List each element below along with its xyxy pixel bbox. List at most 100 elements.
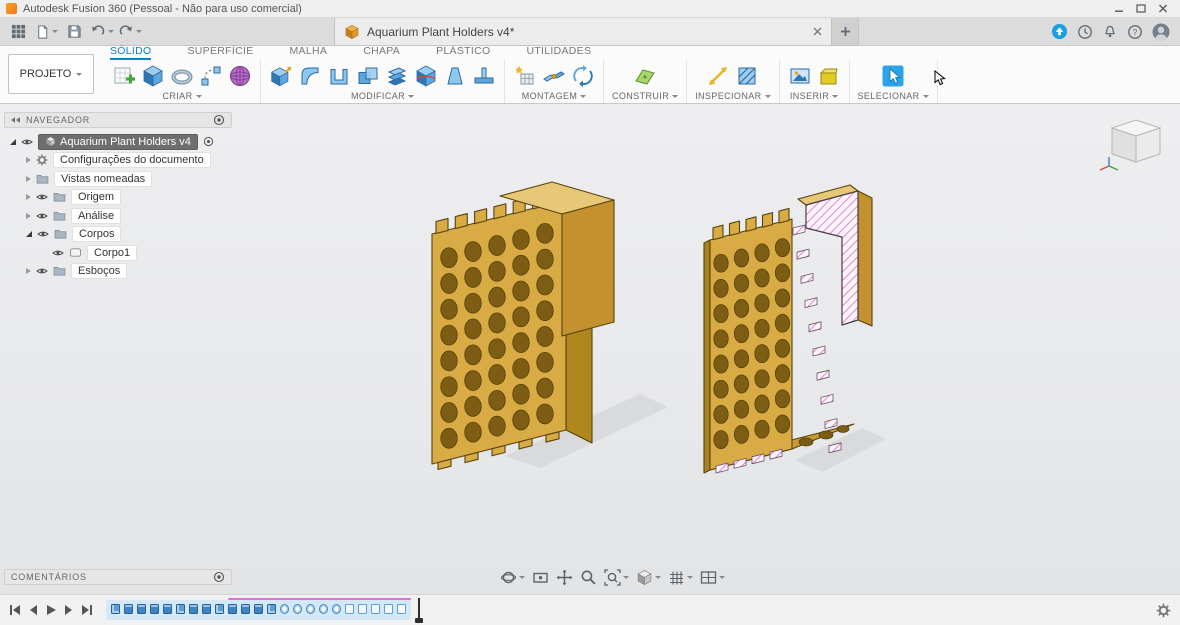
tree-item-named-views[interactable]: Vistas nomeadas — [4, 170, 232, 187]
look-at-button[interactable] — [532, 569, 549, 586]
group-label-inspecionar[interactable]: INSPECIONAR — [695, 91, 771, 101]
align-icon[interactable] — [472, 64, 496, 88]
visibility-eye-icon[interactable] — [52, 249, 64, 257]
joint-icon[interactable] — [542, 64, 566, 88]
split-body-icon[interactable] — [414, 64, 438, 88]
group-label-selecionar[interactable]: SELECIONAR — [858, 91, 929, 101]
orbit-button[interactable] — [500, 569, 525, 586]
close-document-button[interactable] — [813, 27, 822, 36]
go-to-end-button[interactable] — [81, 604, 93, 616]
timeline-feature-extrude-icon[interactable] — [189, 604, 198, 614]
model-plant-holder-section[interactable] — [703, 184, 873, 474]
draft-icon[interactable] — [443, 64, 467, 88]
timeline-feature-extrude-icon[interactable] — [241, 604, 250, 614]
timeline-feature-sketch-outline-icon[interactable] — [397, 604, 406, 614]
viewports-button[interactable] — [700, 569, 725, 586]
visibility-eye-icon[interactable] — [36, 193, 48, 201]
collapse-arrow-icon[interactable] — [26, 194, 31, 200]
tree-item-chip[interactable]: Análise — [71, 207, 122, 224]
revolve-icon[interactable] — [170, 64, 194, 88]
timeline-feature-extrude-icon[interactable] — [228, 604, 237, 614]
visibility-eye-icon[interactable] — [21, 138, 33, 146]
panel-options-icon[interactable] — [213, 571, 225, 583]
fit-button[interactable] — [604, 569, 629, 586]
user-avatar[interactable] — [1152, 23, 1170, 41]
tree-item-chip[interactable]: Origem — [71, 189, 122, 205]
timeline-feature-sketch-icon[interactable] — [111, 604, 120, 614]
group-label-construir[interactable]: CONSTRUIR — [612, 91, 679, 101]
comments-header[interactable]: COMENTÁRIOS — [4, 569, 232, 585]
history-clock-icon[interactable] — [1077, 24, 1093, 40]
tree-item-chip[interactable]: Corpos — [72, 226, 122, 242]
visibility-eye-icon[interactable] — [36, 212, 48, 220]
tree-item-chip[interactable]: Aquarium Plant Holders v4 — [38, 133, 198, 150]
timeline-feature-sketch-outline-icon[interactable] — [345, 604, 354, 614]
job-status-icon[interactable] — [1051, 23, 1068, 40]
timeline-feature-sketch-outline-icon[interactable] — [358, 604, 367, 614]
activate-radio-icon[interactable] — [203, 136, 214, 147]
collapse-arrow-icon[interactable] — [26, 175, 31, 182]
grid-settings-button[interactable] — [668, 569, 693, 586]
help-icon[interactable]: ? — [1127, 24, 1143, 40]
timeline-feature-sketch-outline-icon[interactable] — [371, 604, 380, 614]
timeline-position-marker[interactable] — [415, 598, 423, 623]
tree-item-bodies[interactable]: Corpos — [4, 226, 232, 243]
timeline-feature-sketch-outline-icon[interactable] — [384, 604, 393, 614]
maximize-button[interactable] — [1130, 0, 1152, 17]
go-to-start-button[interactable] — [9, 604, 21, 616]
new-component-icon[interactable] — [513, 64, 537, 88]
panel-options-icon[interactable] — [213, 114, 225, 126]
redo-button[interactable] — [118, 21, 142, 43]
tree-item-sketches[interactable]: Esboços — [4, 263, 232, 280]
timeline-feature-hole-icon[interactable] — [306, 604, 315, 614]
timeline-feature-sketch-icon[interactable] — [267, 604, 276, 614]
notifications-bell-icon[interactable] — [1102, 24, 1118, 40]
close-button[interactable] — [1152, 0, 1174, 17]
collapse-panel-icon[interactable] — [11, 117, 21, 123]
visibility-eye-icon[interactable] — [36, 267, 48, 275]
measure-icon[interactable] — [706, 64, 730, 88]
timeline-feature-extrude-icon[interactable] — [137, 604, 146, 614]
tree-item-chip[interactable]: Corpo1 — [87, 244, 138, 261]
shell-icon[interactable] — [327, 64, 351, 88]
undo-button[interactable] — [90, 21, 114, 43]
select-tool-icon[interactable] — [881, 64, 905, 88]
timeline-feature-extrude-icon[interactable] — [163, 604, 172, 614]
expand-arrow-icon[interactable] — [10, 138, 16, 145]
tree-item-body1[interactable]: Corpo1 — [4, 244, 232, 261]
save-button[interactable] — [62, 21, 86, 43]
tree-item-chip[interactable]: Configurações do documento — [53, 152, 211, 168]
insert-part-icon[interactable] — [817, 64, 841, 88]
tree-item-analysis[interactable]: Análise — [4, 207, 232, 224]
group-label-criar[interactable]: CRIAR — [162, 91, 202, 101]
create-form-icon[interactable] — [228, 64, 252, 88]
visibility-eye-icon[interactable] — [37, 230, 49, 238]
timeline-feature-sketch-icon[interactable] — [176, 604, 185, 614]
offset-face-icon[interactable] — [385, 64, 409, 88]
timeline-feature-extrude-icon[interactable] — [254, 604, 263, 614]
timeline-feature-hole-icon[interactable] — [293, 604, 302, 614]
create-sketch-icon[interactable] — [112, 64, 136, 88]
tab-plastico[interactable]: PLÁSTICO — [436, 45, 490, 60]
primitive-box-icon[interactable] — [141, 64, 165, 88]
project-menu-button[interactable]: PROJETO — [8, 54, 94, 94]
display-settings-button[interactable] — [636, 569, 661, 586]
file-menu-button[interactable] — [34, 21, 58, 43]
sweep-icon[interactable] — [199, 64, 223, 88]
section-analysis-icon[interactable] — [735, 64, 759, 88]
navigator-header[interactable]: NAVEGADOR — [4, 112, 232, 128]
tab-utilidades[interactable]: UTILIDADES — [526, 45, 591, 60]
timeline-feature-sketch-icon[interactable] — [215, 604, 224, 614]
collapse-arrow-icon[interactable] — [26, 268, 31, 274]
tab-superficie[interactable]: SUPERFÍCIE — [187, 45, 253, 60]
tab-malha[interactable]: MALHA — [290, 45, 328, 60]
minimize-button[interactable] — [1108, 0, 1130, 17]
tree-item-chip[interactable]: Esboços — [71, 263, 128, 279]
collapse-arrow-icon[interactable] — [26, 157, 31, 163]
timeline-feature-hole-icon[interactable] — [332, 604, 341, 614]
group-label-inserir[interactable]: INSERIR — [790, 91, 839, 101]
combine-icon[interactable] — [356, 64, 380, 88]
timeline-feature-extrude-icon[interactable] — [150, 604, 159, 614]
tree-item-document-settings[interactable]: Configurações do documento — [4, 152, 232, 169]
new-tab-button[interactable] — [832, 18, 859, 45]
